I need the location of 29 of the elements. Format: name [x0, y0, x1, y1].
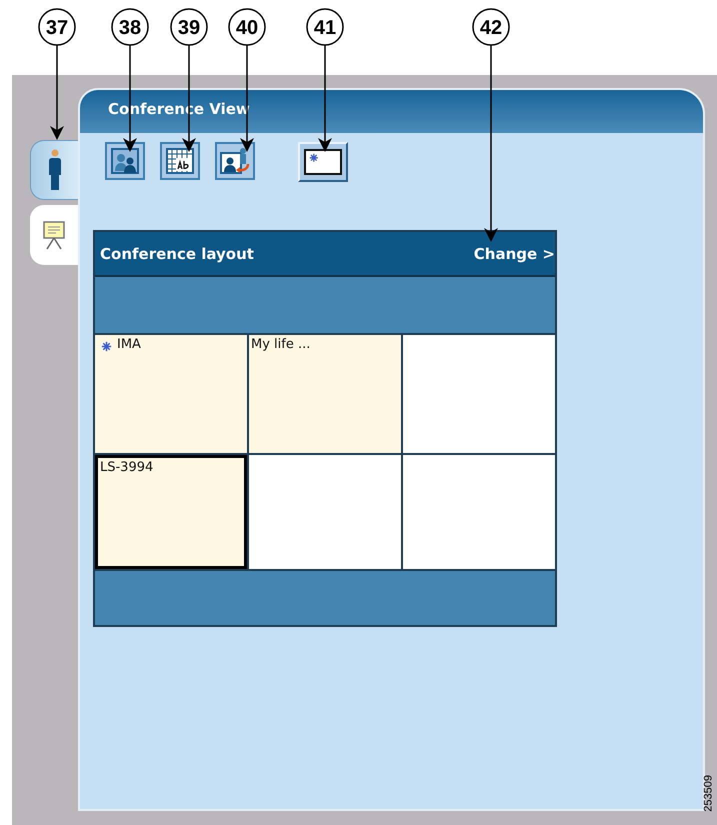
- layout-cell[interactable]: IMA: [95, 335, 247, 453]
- change-link[interactable]: Change >: [474, 244, 555, 262]
- callout-badge: 37: [38, 8, 76, 46]
- layout-cell[interactable]: [403, 455, 555, 569]
- cell-label: IMA: [117, 337, 141, 352]
- swap-icon: [219, 147, 251, 175]
- grid-text-icon: [165, 147, 195, 175]
- side-tab[interactable]: [30, 140, 78, 200]
- side-tab[interactable]: [30, 205, 78, 265]
- callout-badge: 39: [170, 8, 208, 46]
- layout-cell[interactable]: [403, 335, 555, 453]
- callout-badge: 40: [228, 8, 266, 46]
- callout-badge: 38: [111, 8, 149, 46]
- toolbar-button[interactable]: [160, 142, 200, 180]
- cell-label: My life ...: [251, 337, 310, 352]
- frame-icon: [304, 149, 342, 175]
- toolbar-button[interactable]: [105, 142, 145, 180]
- people-icon: [110, 147, 140, 175]
- callout-badge: 41: [306, 8, 344, 46]
- easel-icon: [42, 220, 66, 250]
- figure-number: 253509: [703, 775, 715, 812]
- layout-title: Conference layout: [100, 244, 254, 262]
- layout-cell[interactable]: [249, 455, 401, 569]
- cell-label: LS-3994: [100, 460, 154, 475]
- person-icon: [46, 149, 62, 191]
- layout-cell[interactable]: LS-3994: [95, 455, 247, 569]
- layout-cell[interactable]: My life ...: [249, 335, 401, 453]
- toolbar-button[interactable]: [215, 142, 255, 180]
- callout-badge: 42: [472, 8, 510, 46]
